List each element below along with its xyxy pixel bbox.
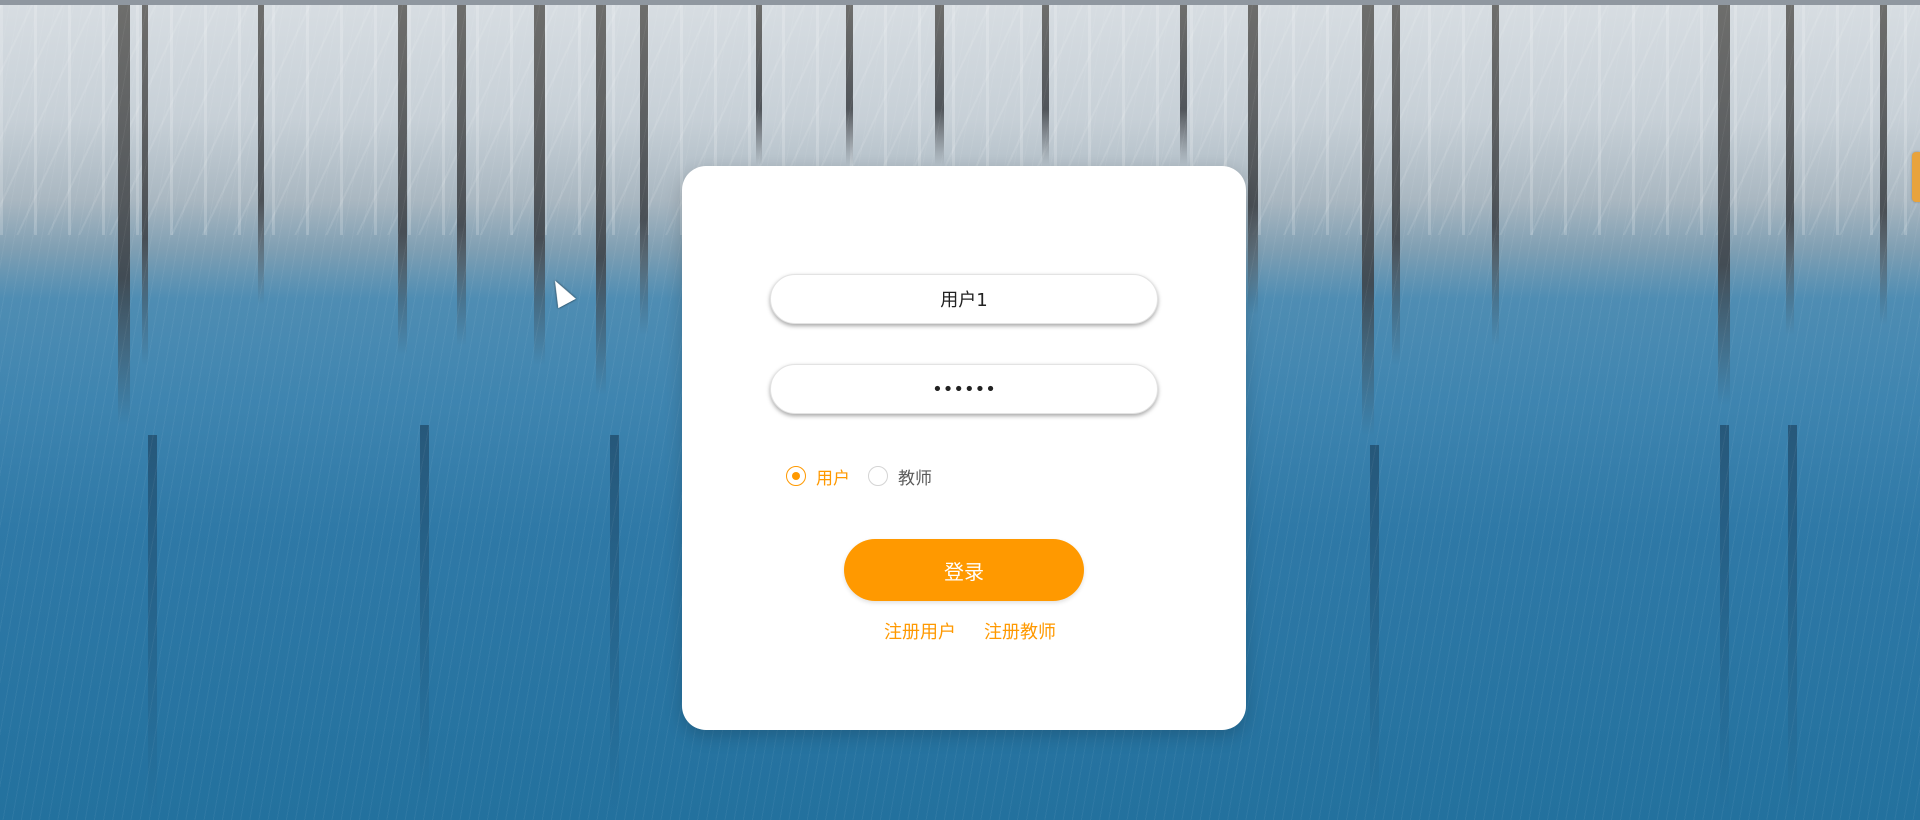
password-field[interactable] [770, 364, 1158, 414]
tree-trunk [1042, 5, 1049, 165]
tree-trunk [1362, 5, 1374, 435]
username-field[interactable] [770, 274, 1158, 324]
tree-trunk [1880, 5, 1887, 325]
tree-reflection [1720, 425, 1729, 815]
tree-reflection [610, 435, 619, 815]
role-label-user: 用户 [816, 468, 850, 489]
tree-trunk [756, 5, 762, 165]
role-radio-group: 用户 教师 [786, 464, 950, 489]
tree-trunk [457, 5, 466, 345]
tree-trunk [118, 5, 130, 425]
tree-trunk [1248, 5, 1258, 315]
tree-trunk [1718, 5, 1730, 405]
register-teacher-link[interactable]: 注册教师 [984, 618, 1056, 644]
tree-trunk [258, 5, 264, 305]
register-user-link[interactable]: 注册用户 [884, 618, 956, 644]
side-handle[interactable] [1912, 152, 1920, 202]
password-input[interactable] [771, 365, 1157, 413]
tree-trunk [1392, 5, 1400, 365]
tree-trunk [846, 5, 853, 165]
tree-trunk [935, 5, 944, 165]
role-radio-teacher[interactable]: 教师 [868, 464, 932, 489]
tree-trunk [1492, 5, 1499, 345]
tree-reflection [1788, 425, 1797, 815]
tree-trunk [640, 5, 648, 335]
tree-trunk [142, 5, 148, 365]
username-input[interactable] [771, 275, 1157, 323]
tree-trunk [398, 5, 407, 355]
tree-trunk [534, 5, 545, 365]
role-radio-user[interactable]: 用户 [786, 464, 850, 489]
role-label-teacher: 教师 [898, 468, 932, 489]
register-links: 注册用户 注册教师 [884, 618, 1084, 644]
login-button[interactable]: 登录 [844, 539, 1084, 601]
radio-checked-icon[interactable] [786, 466, 806, 486]
tree-reflection [420, 425, 429, 805]
radio-unchecked-icon[interactable] [868, 466, 888, 486]
tree-trunk [596, 5, 606, 395]
tree-reflection [148, 435, 157, 815]
tree-trunk [1180, 5, 1187, 165]
login-card: 用户 教师 登录 注册用户 注册教师 [682, 166, 1246, 730]
tree-trunk [1786, 5, 1794, 335]
tree-reflection [1370, 445, 1379, 815]
